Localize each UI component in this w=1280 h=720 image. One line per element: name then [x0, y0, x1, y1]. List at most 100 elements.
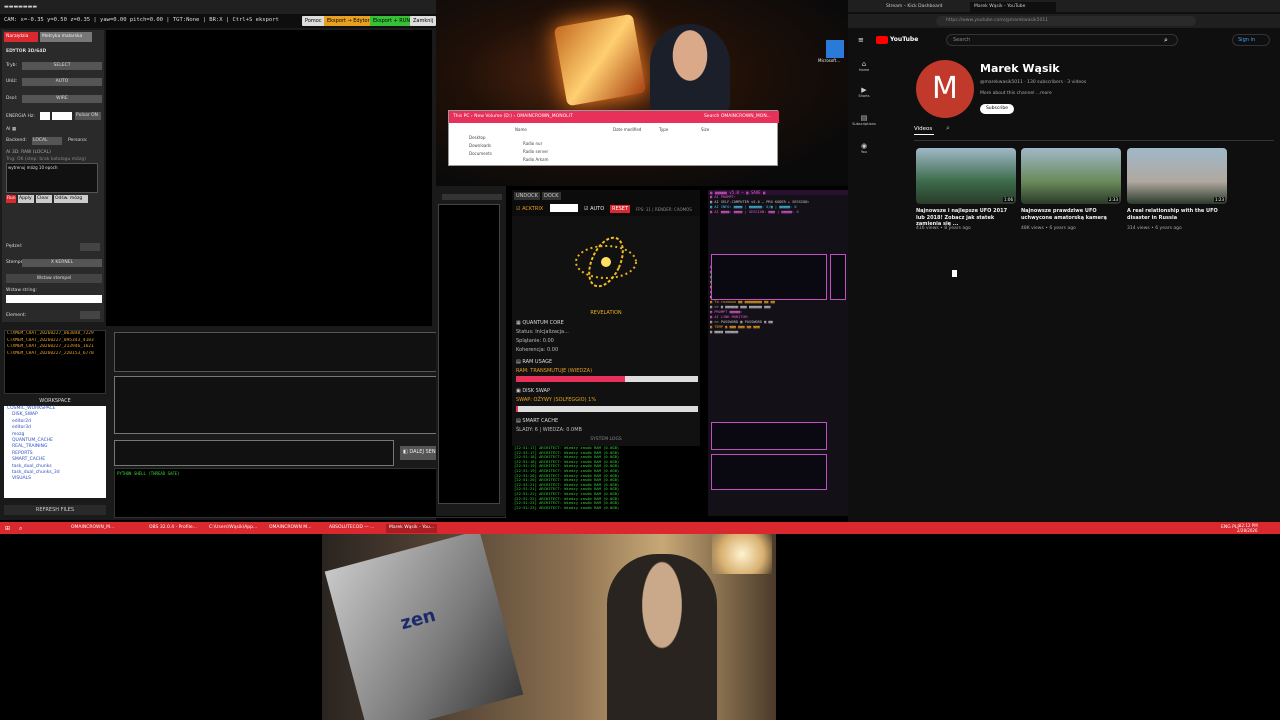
explorer-search[interactable]: Search OMAINCROWN_MON... — [704, 114, 771, 119]
link-monitor-box[interactable] — [711, 422, 827, 450]
taskbar-item[interactable]: OMAINCROWN_M... — [68, 524, 117, 533]
ai-status: AI 3D: RAW (LOCAL) — [6, 150, 51, 155]
refresh-files-button[interactable]: REFRESH FILES — [4, 505, 106, 515]
help-button[interactable]: Pomoc — [302, 16, 325, 26]
ai-prompt-textarea[interactable]: wytrenuj mózg 10 epoch — [6, 163, 98, 193]
nav-shorts[interactable]: ▶ Shorts — [852, 86, 876, 98]
message-input[interactable] — [114, 440, 394, 466]
energia-input[interactable] — [40, 112, 50, 120]
undock-button[interactable]: UNDOCK — [514, 192, 540, 200]
desktop-app-icon[interactable] — [826, 40, 844, 58]
file-row[interactable]: Radio nur — [523, 141, 542, 146]
taskbar: ⊞ ⌕ OMAINCROWN_M... OBS 32.0.4 - Profile… — [0, 522, 1280, 534]
disk-title: ▣ DISK SWAP — [516, 388, 550, 394]
nav-home[interactable]: ⌂ Home — [852, 60, 876, 72]
refresh-brain-button[interactable]: Odśw. mózg — [54, 195, 88, 203]
taskbar-item[interactable]: OMAINCROWN M... — [266, 524, 314, 533]
nav-home-label: Home — [858, 68, 870, 72]
dock-button[interactable]: DOCK — [542, 192, 561, 200]
select-uloz[interactable]: AUTO — [22, 78, 102, 86]
backend-select[interactable]: LOCAL — [32, 137, 62, 145]
list-item[interactable]: CTXMEM_CHAT_20260227_063048_7229 — [5, 331, 105, 338]
nav-subs-label: Subscriptions — [852, 122, 876, 126]
tab-metryka[interactable]: Metryka malarska — [40, 32, 92, 42]
tree-item[interactable]: VISUALS — [4, 476, 106, 482]
reset-button[interactable]: RESET — [610, 205, 631, 213]
element-select[interactable] — [80, 311, 100, 319]
tab-videos[interactable]: Videos — [914, 126, 932, 132]
auto-toggle[interactable]: ☑ AUTO — [582, 205, 606, 213]
close-button[interactable]: Zamknij — [410, 16, 437, 26]
secondary-canvas[interactable] — [438, 204, 500, 504]
start-icon[interactable]: ⊞ — [2, 524, 13, 533]
acktrix-toggle[interactable]: ☑ ACKTRIX — [514, 205, 545, 213]
channel-search-icon[interactable]: ⌕ — [946, 124, 950, 133]
sidebar-item[interactable]: Desktop — [469, 135, 486, 140]
subscribe-button[interactable]: Subscribe — [980, 104, 1014, 114]
tab-youtube[interactable]: Marek Wąsik - YouTube — [970, 2, 1056, 12]
hamburger-icon[interactable]: ≡ — [858, 36, 864, 44]
3d-canvas[interactable] — [106, 30, 432, 326]
video-title[interactable]: A real relationship with the UFO disaste… — [1127, 208, 1223, 221]
clear-button[interactable]: Clear — [36, 195, 52, 203]
url-input[interactable]: https://www.youtube.com/@marekwasik5011 — [936, 16, 1196, 26]
sign-in-button[interactable]: Sign in — [1232, 34, 1270, 46]
video-title[interactable]: Najnowsze prawdziwe UFO uchwycone amator… — [1021, 208, 1117, 221]
desktop-icon-label: Microsoft... — [818, 58, 841, 63]
nav-you[interactable]: ◉ You — [852, 142, 876, 154]
select-dsol[interactable]: WIRE — [22, 95, 102, 103]
search-icon[interactable]: ⌕ — [1164, 36, 1168, 45]
nav-subscriptions[interactable]: ▤ Subscriptions — [852, 114, 876, 126]
col-type[interactable]: Type — [659, 127, 668, 132]
youtube-logo-text[interactable]: YouTube — [890, 36, 918, 43]
clock-date[interactable]: 2/28/2026 — [1234, 527, 1261, 536]
sidebar-item[interactable]: Documents — [469, 151, 492, 156]
list-item[interactable]: CTXMEM_CHAT_20260227_220153_6770 — [5, 351, 105, 358]
editor-window: ▬▬▬▬▬▬▬ CAM: x=-0.35 y=0.50 z=0.35 | yaw… — [0, 0, 506, 520]
export-editor-button[interactable]: Eksport → Edytor — [324, 16, 373, 26]
pulsar-toggle[interactable]: Pulsar ON — [75, 112, 101, 120]
channel-about[interactable]: More about this channel ...more — [980, 91, 1052, 96]
secondary-toolbar — [442, 194, 502, 200]
video-title[interactable]: Najnowsze i najlepsze UFO 2017 lub 2018!… — [916, 208, 1012, 228]
search-input[interactable]: Search — [946, 34, 1178, 46]
chat-input-box[interactable] — [711, 254, 827, 300]
chat-side-box[interactable] — [830, 254, 846, 300]
core-status: Status: Inicjalizacja... — [516, 329, 569, 335]
editor-window-title: ▬▬▬▬▬▬▬ — [4, 4, 38, 10]
youtube-logo-icon[interactable] — [876, 36, 888, 44]
file-row[interactable]: Radio Arkam — [523, 157, 549, 162]
video-thumbnail[interactable]: 2:33 — [1021, 148, 1121, 204]
video-duration: 1:23 — [1214, 197, 1225, 202]
search-taskbar-icon[interactable]: ⌕ — [16, 524, 25, 533]
insert-string-input[interactable] — [6, 295, 102, 303]
apply-button[interactable]: Apply — [18, 195, 34, 203]
tab-kick[interactable]: Stream – Kick Dashboard — [882, 2, 968, 12]
video-thumbnail[interactable]: 1:06 — [916, 148, 1016, 204]
energia-value-input[interactable] — [52, 112, 72, 120]
sidebar-item[interactable]: Downloads — [469, 143, 491, 148]
pedzel-input[interactable] — [80, 243, 100, 251]
stempel-select[interactable]: X KERNEL — [22, 259, 102, 267]
taskbar-item[interactable]: OBS 32.0.4 - Profile... — [146, 524, 200, 533]
channel-avatar[interactable]: M — [916, 60, 974, 118]
export-run-button[interactable]: Eksport + RUN — [370, 16, 414, 26]
mode-input[interactable] — [550, 204, 578, 212]
col-date[interactable]: Date modified — [613, 127, 641, 132]
select-tryb[interactable]: SELECT — [22, 62, 102, 70]
temp-box[interactable] — [711, 454, 827, 490]
quantum-header: UNDOCK DOCK ☑ ACKTRIX ☑ AUTO RESET FPS: … — [512, 190, 700, 216]
taskbar-item[interactable]: ABSOLUTECOD — ... — [326, 524, 377, 533]
video-thumbnail[interactable]: 1:23 — [1127, 148, 1227, 204]
pedzel-label: Pędzel: — [6, 244, 23, 249]
taskbar-item[interactable]: C:\Users\Wąsik\App... — [206, 524, 260, 533]
explorer-path[interactable]: This PC › New Volume (D:) › OMAINCROWN_M… — [453, 114, 573, 119]
col-size[interactable]: Size — [701, 127, 709, 132]
tab-narzedzia[interactable]: Narzędzia — [4, 32, 38, 42]
run-button[interactable]: Run — [6, 195, 16, 203]
list-item[interactable]: CTXMEM_CHAT_20260227_213946_1621 — [5, 344, 105, 351]
file-row[interactable]: Radio server — [523, 149, 548, 154]
col-name[interactable]: Name — [515, 127, 527, 132]
insert-stamp-button[interactable]: Wstaw stempel — [6, 274, 102, 283]
taskbar-item[interactable]: Marek Wąsik - You... — [386, 524, 438, 533]
